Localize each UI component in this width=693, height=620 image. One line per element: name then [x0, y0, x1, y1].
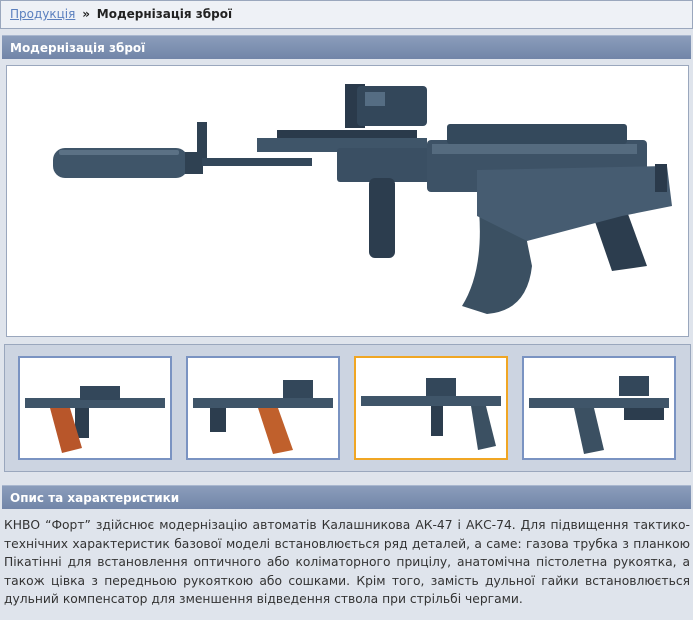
breadcrumb-current: Модернізація зброї	[96, 7, 233, 21]
description-text: КНВО “Форт” здійснює модернізацію автома…	[4, 518, 690, 606]
gallery-thumbnail-2[interactable]	[186, 356, 340, 460]
rifle-thumb-icon	[25, 386, 165, 453]
rifle-thumb-icon	[193, 380, 333, 454]
main-product-image[interactable]	[6, 65, 689, 337]
section-title: Модернізація зброї	[10, 41, 146, 55]
section-header: Модернізація зброї	[2, 35, 691, 59]
rifle-image	[53, 84, 672, 314]
description-title: Опис та характеристики	[10, 491, 180, 505]
gallery-thumbnail-3[interactable]	[354, 356, 508, 460]
gallery-thumbnail-1[interactable]	[18, 356, 172, 460]
description-header: Опис та характеристики	[2, 485, 691, 509]
thumbnail-gallery	[4, 344, 691, 472]
rifle-thumb-icon	[529, 376, 669, 454]
gallery-thumbnail-4[interactable]	[522, 356, 676, 460]
breadcrumb-separator: »	[82, 7, 90, 21]
rifle-thumb-icon	[361, 378, 501, 450]
breadcrumb-link-products[interactable]: Продукція	[10, 7, 75, 21]
breadcrumb: Продукція » Модернізація зброї	[0, 0, 693, 29]
